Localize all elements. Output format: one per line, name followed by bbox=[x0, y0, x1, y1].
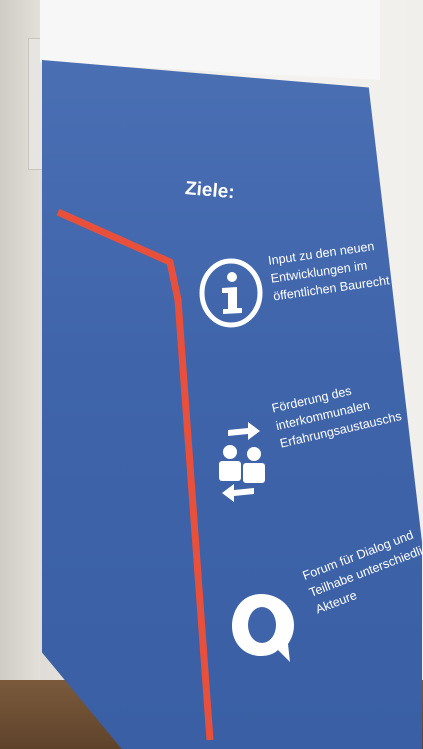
red-frame-line bbox=[56, 208, 214, 741]
speech-bubble-icon bbox=[232, 594, 294, 662]
exchange-people-icon bbox=[219, 422, 265, 502]
info-icon bbox=[199, 258, 263, 328]
banner-decor bbox=[56, 208, 214, 741]
photo-scene: Ziele: Input zu den neuen Entwicklungen … bbox=[0, 0, 423, 749]
banner-title: Ziele: bbox=[184, 178, 236, 204]
